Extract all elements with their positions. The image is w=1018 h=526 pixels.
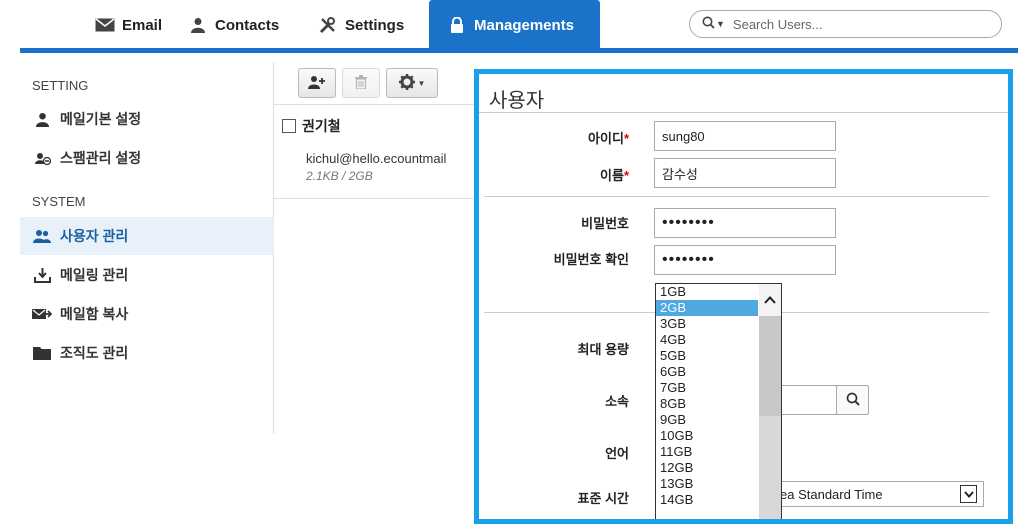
chevron-up-icon[interactable]	[759, 284, 781, 316]
required-mark: *	[623, 168, 629, 183]
row-checkbox[interactable]	[282, 119, 296, 133]
person-icon	[188, 15, 208, 35]
delete-user-button[interactable]	[342, 68, 380, 98]
quota-option[interactable]: 2GB	[656, 300, 758, 316]
search-icon[interactable]	[702, 16, 715, 32]
tab-email[interactable]: Email	[95, 0, 162, 50]
sidebar: SETTING 메일기본 설정 스팸관리 설정 SYSTEM 사용자 관리 메일…	[20, 62, 274, 434]
trash-icon	[355, 74, 367, 92]
quota-option[interactable]: 9GB	[656, 412, 758, 428]
quota-option[interactable]: 6GB	[656, 364, 758, 380]
sidebar-header-setting: SETTING	[32, 78, 89, 93]
settings-menu-button[interactable]: ▼	[386, 68, 438, 98]
sidebar-item-mail-settings[interactable]: 메일기본 설정	[20, 100, 274, 138]
sidebar-item-label: 메일링 관리	[60, 267, 129, 283]
tab-contacts[interactable]: Contacts	[188, 0, 279, 50]
quota-option[interactable]: 3GB	[656, 316, 758, 332]
timezone-select[interactable]: ea Standard Time	[779, 481, 984, 507]
quota-option[interactable]: 10GB	[656, 428, 758, 444]
tab-settings-label: Settings	[345, 16, 405, 34]
quota-option[interactable]: 14GB	[656, 492, 758, 508]
divider	[484, 196, 989, 197]
sidebar-item-mailing-management[interactable]: 메일링 관리	[20, 256, 274, 294]
name-label-text: 이름	[600, 168, 624, 183]
id-label-text: 아이디	[588, 131, 624, 146]
language-label: 언어	[605, 446, 629, 461]
quota-option[interactable]: 7GB	[656, 380, 758, 396]
password-confirm-label: 비밀번호 확인	[553, 252, 629, 267]
spam-filter-icon	[32, 151, 52, 166]
chevron-down-icon: ▼	[417, 78, 426, 88]
tab-contacts-label: Contacts	[215, 16, 280, 34]
add-user-button[interactable]	[298, 68, 336, 98]
chevron-down-icon[interactable]	[960, 485, 977, 503]
id-field[interactable]: sung80	[654, 121, 836, 151]
user-name: 권기철	[302, 118, 341, 134]
top-navigation: Email Contacts Settings Managements ▼ Se…	[0, 0, 1018, 53]
department-field[interactable]	[779, 385, 837, 415]
user-edit-panel: 사용자 아이디* sung80 이름* 감수성 비밀번호 •••••••• 비밀…	[474, 69, 1013, 524]
search-placeholder: Search Users...	[732, 16, 823, 32]
user-quota-usage: 2.1KB / 2GB	[306, 169, 373, 183]
timezone-value: ea Standard Time	[780, 486, 883, 502]
quota-option[interactable]: 11GB	[656, 444, 758, 460]
user-search-input[interactable]: ▼ Search Users...	[689, 10, 1002, 38]
quota-option[interactable]: 1GB	[656, 284, 758, 300]
mail-copy-icon	[32, 307, 52, 321]
password-field[interactable]: ••••••••	[654, 208, 836, 238]
table-row[interactable]: 권기철	[282, 116, 341, 136]
dropdown-scrollbar[interactable]	[759, 284, 781, 519]
sidebar-item-org-chart[interactable]: 조직도 관리	[20, 334, 274, 372]
quota-option[interactable]: 5GB	[656, 348, 758, 364]
tab-managements[interactable]: Managements	[429, 0, 600, 50]
department-label: 소속	[605, 394, 629, 409]
tab-email-label: Email	[122, 16, 163, 34]
tab-settings[interactable]: Settings	[318, 0, 404, 50]
quota-option[interactable]: 13GB	[656, 476, 758, 492]
quota-option[interactable]: 4GB	[656, 332, 758, 348]
password-confirm-field[interactable]: ••••••••	[654, 245, 836, 275]
password-label: 비밀번호	[581, 216, 629, 231]
list-toolbar: ▼	[298, 68, 438, 98]
user-list-panel: ▼ 권기철 kichul@hello.ecountmail 2.1KB / 2G…	[274, 62, 474, 434]
nav-underline	[20, 48, 1018, 53]
divider	[274, 198, 474, 199]
sidebar-item-label: 스팸관리 설정	[60, 150, 142, 166]
sidebar-item-label: 사용자 관리	[60, 228, 129, 244]
sidebar-header-system: SYSTEM	[32, 194, 86, 209]
divider	[274, 104, 474, 105]
divider	[479, 112, 1008, 113]
scrollbar-thumb[interactable]	[759, 316, 781, 416]
envelope-icon	[95, 15, 115, 35]
search-options-caret-icon[interactable]: ▼	[716, 19, 725, 29]
mailing-icon	[32, 267, 52, 283]
name-label: 이름*	[479, 165, 629, 184]
search-icon	[846, 392, 860, 409]
person-icon	[32, 112, 52, 127]
sidebar-item-label: 메일함 복사	[60, 306, 129, 322]
tab-managements-label: Managements	[474, 16, 575, 34]
add-user-icon	[308, 75, 326, 92]
quota-option[interactable]: 12GB	[656, 460, 758, 476]
panel-title: 사용자	[489, 90, 545, 112]
gear-icon	[398, 73, 415, 93]
sidebar-item-label: 조직도 관리	[60, 345, 129, 361]
department-search-button[interactable]	[836, 385, 869, 415]
user-email: kichul@hello.ecountmail	[306, 151, 447, 166]
required-mark: *	[623, 131, 629, 146]
users-icon	[32, 229, 52, 244]
quota-label: 최대 용량	[577, 342, 629, 357]
folder-icon	[32, 346, 52, 360]
quota-option[interactable]: 8GB	[656, 396, 758, 412]
sidebar-item-label: 메일기본 설정	[60, 111, 142, 127]
lock-icon	[447, 15, 467, 35]
sidebar-item-mailbox-copy[interactable]: 메일함 복사	[20, 295, 274, 333]
sidebar-item-spam-settings[interactable]: 스팸관리 설정	[20, 139, 274, 177]
id-label: 아이디*	[479, 128, 629, 147]
wrench-icon	[318, 15, 338, 35]
sidebar-item-user-management[interactable]: 사용자 관리	[20, 217, 274, 255]
timezone-label: 표준 시간	[577, 491, 629, 506]
quota-dropdown-list[interactable]: 1GB 2GB 3GB 4GB 5GB 6GB 7GB 8GB 9GB 10GB 11GB 12GB 1…	[655, 283, 782, 519]
name-field[interactable]: 감수성	[654, 158, 836, 188]
